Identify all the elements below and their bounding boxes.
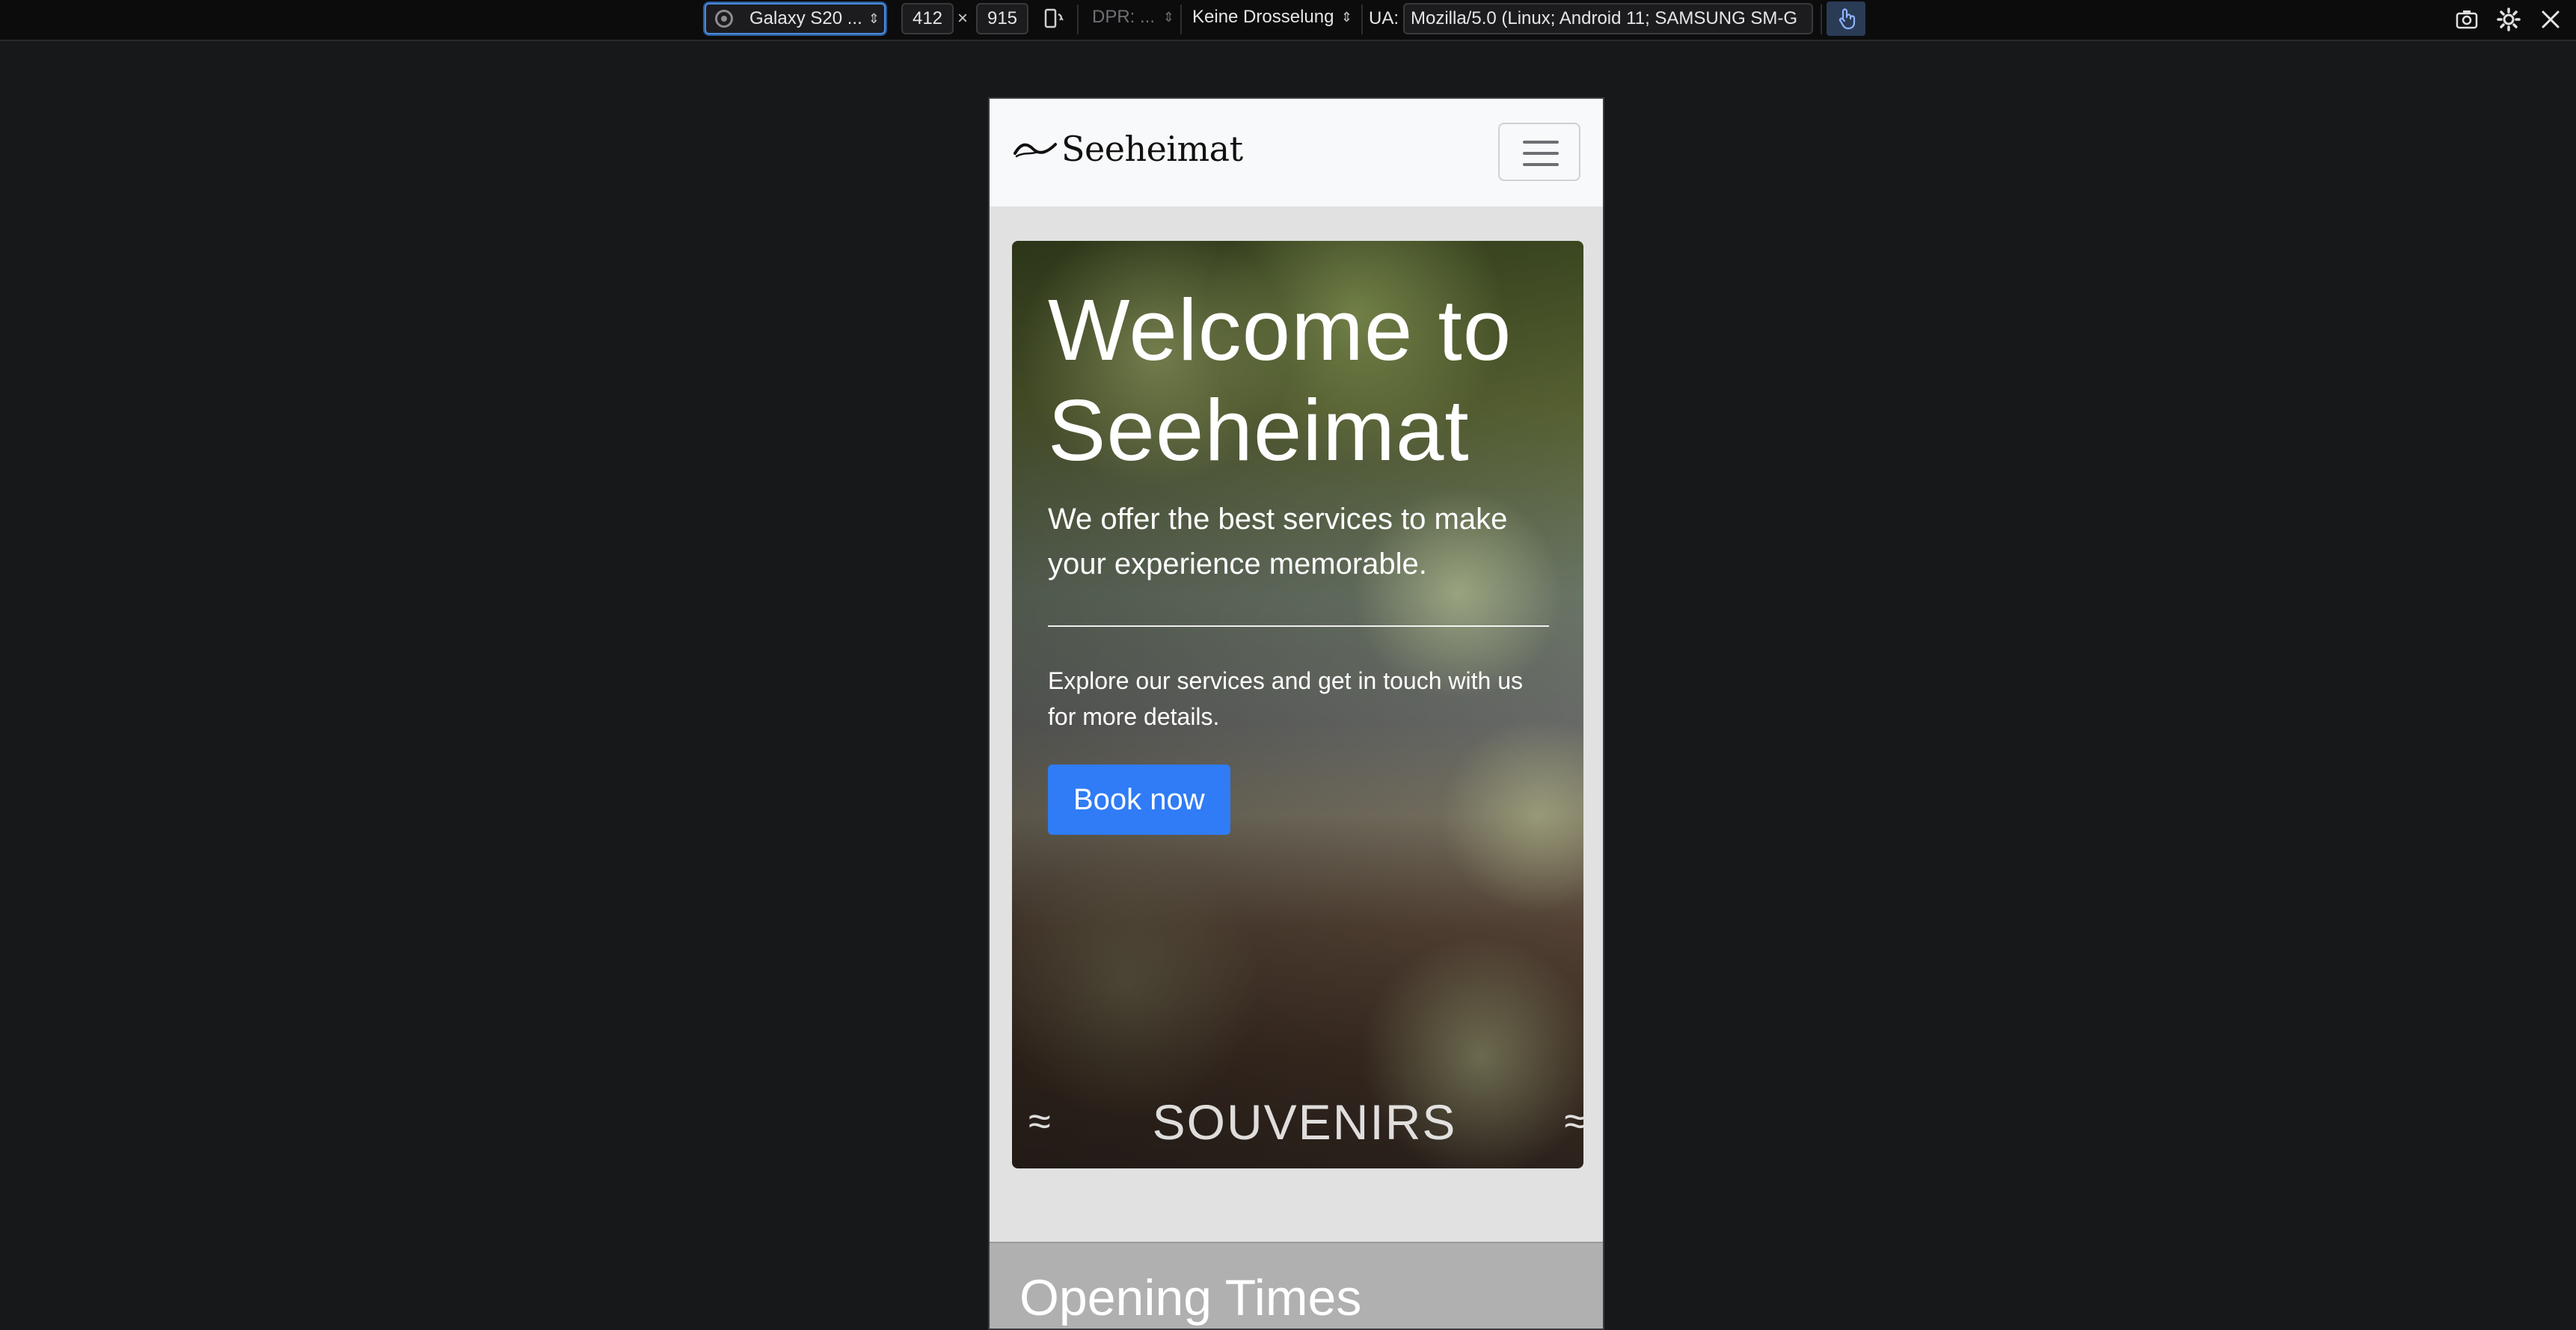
responsive-toolbar: Galaxy S20 ... ⇕ 412 × 915 DPR: ... ⇕ Ke… — [0, 0, 2576, 41]
touch-simulation-button[interactable] — [1827, 1, 1865, 36]
hamburger-icon — [1523, 152, 1559, 155]
device-select-label: Galaxy S20 ... — [749, 8, 862, 28]
souvenirs-banner[interactable]: ≈ SOUVENIRS ≈ — [1012, 1094, 1583, 1153]
dpr-select-label: DPR: ... — [1092, 7, 1156, 27]
hero-text: Explore our services and get in touch wi… — [1048, 667, 1523, 730]
hero-lead: We offer the best services to make your … — [1048, 503, 1508, 580]
settings-icon[interactable] — [2497, 7, 2521, 31]
toolbar-divider — [1180, 4, 1182, 34]
select-arrows-icon: ⇕ — [868, 11, 880, 26]
viewport-width-input[interactable]: 412 — [901, 3, 954, 34]
dpr-select[interactable]: DPR: ... ⇕ — [1083, 3, 1179, 34]
hero-divider — [1048, 625, 1549, 627]
hero-title: Welcome to Seeheimat — [1048, 281, 1512, 479]
select-arrows-icon: ⇕ — [1162, 10, 1174, 25]
dimension-separator: × — [957, 8, 969, 28]
throttling-select[interactable]: Keine Drosselung ⇕ — [1183, 3, 1357, 34]
souvenirs-label: SOUVENIRS — [1152, 1094, 1457, 1150]
hamburger-icon — [1523, 141, 1559, 144]
opening-times-section: Opening Times — [990, 1242, 1603, 1329]
toolbar-divider — [1077, 4, 1079, 34]
close-icon[interactable] — [2539, 7, 2563, 31]
toolbar-divider — [1361, 4, 1363, 34]
viewport-height-input[interactable]: 915 — [976, 3, 1028, 34]
opening-times-title: Opening Times — [1019, 1269, 1362, 1326]
brand-link[interactable]: Seeheimat — [1013, 123, 1243, 175]
globe-icon — [715, 10, 733, 28]
hero-content: Welcome to Seeheimat We offer the best s… — [1048, 280, 1551, 835]
select-arrows-icon: ⇕ — [1340, 10, 1352, 25]
device-select[interactable]: Galaxy S20 ... ⇕ — [705, 3, 886, 34]
navbar-toggler-button[interactable] — [1498, 123, 1580, 181]
touch-icon — [1839, 8, 1856, 30]
site-navbar: Seeheimat — [990, 99, 1603, 206]
throttling-select-label: Keine Drosselung — [1192, 7, 1334, 27]
book-now-button[interactable]: Book now — [1048, 764, 1230, 835]
user-agent-label: UA: — [1369, 8, 1399, 28]
hero-banner: Welcome to Seeheimat We offer the best s… — [1012, 241, 1583, 1168]
brand-name: Seeheimat — [1061, 129, 1243, 169]
user-agent-input[interactable]: Mozilla/5.0 (Linux; Android 11; SAMSUNG … — [1403, 3, 1813, 34]
wave-logo-icon — [1013, 143, 1057, 158]
toolbar-divider — [1821, 4, 1822, 34]
mobile-viewport: Seeheimat Welcome to Seeheimat We offer … — [988, 97, 1604, 1330]
wave-icon: ≈ — [1564, 1098, 1583, 1144]
screenshot-icon[interactable] — [2455, 7, 2479, 31]
rotate-icon[interactable] — [1042, 7, 1064, 30]
hamburger-icon — [1523, 163, 1559, 166]
